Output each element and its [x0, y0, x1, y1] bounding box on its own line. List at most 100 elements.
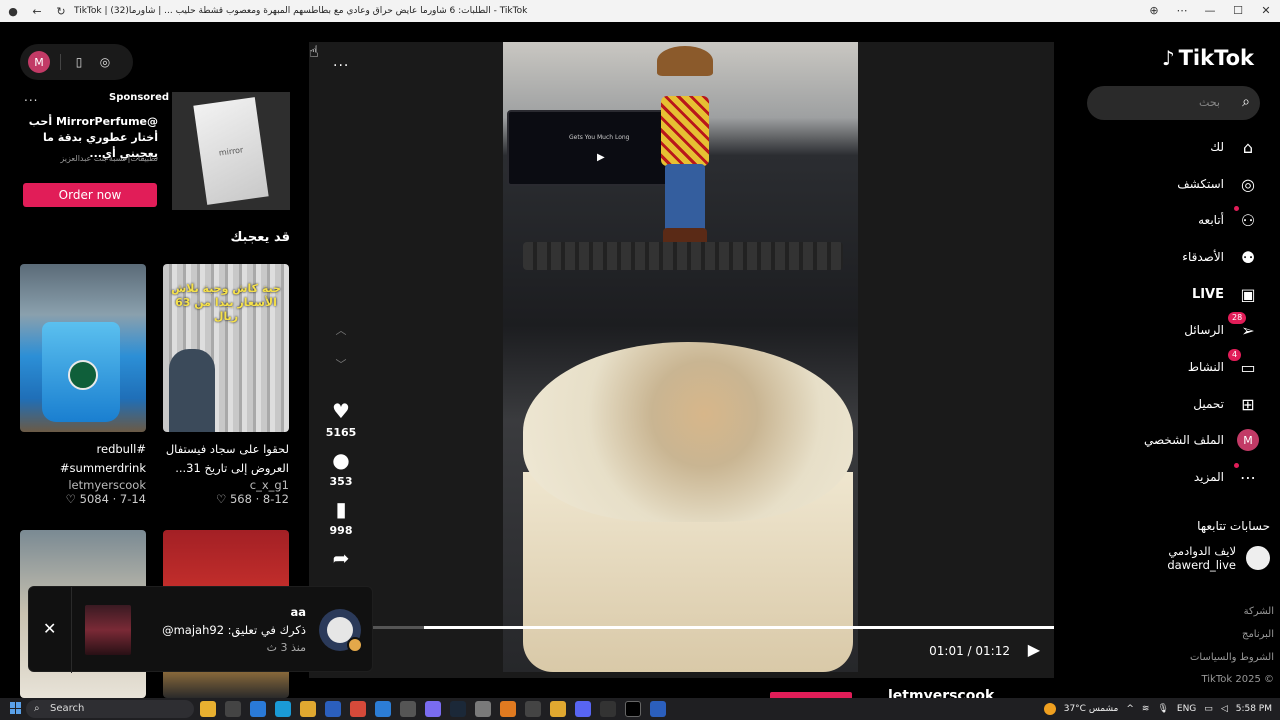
chrome-icon[interactable] [350, 701, 366, 717]
ad-thumbnail[interactable]: mirror [172, 92, 290, 210]
notification-thumbnail[interactable] [85, 605, 131, 655]
video-thumbnail[interactable]: جبة كاش وجبة بلاش الأسعار يبدا من 63 ريا… [163, 264, 289, 432]
previous-video-icon[interactable]: ︿ [321, 322, 361, 356]
account-avatar [1246, 546, 1270, 570]
divider [71, 587, 72, 673]
play-icon[interactable]: ▶ [1028, 640, 1040, 659]
video-caption[interactable]: #redbull #summerdrink [20, 440, 146, 478]
app-icon[interactable] [550, 701, 566, 717]
app-icon[interactable] [225, 701, 241, 717]
sidebar-item-foryou[interactable]: لك ⌂ [1210, 135, 1260, 159]
video-progress-bar[interactable] [369, 626, 1054, 629]
app-icon[interactable] [425, 701, 441, 717]
mic-icon[interactable]: 🎙 [1157, 704, 1168, 714]
app-icon[interactable] [200, 701, 216, 717]
windows-start-icon[interactable] [10, 702, 22, 714]
close-icon[interactable]: ✕ [1252, 0, 1280, 22]
discord-icon[interactable] [575, 701, 591, 717]
app-icon[interactable] [375, 701, 391, 717]
video-meta: 7-14 · 5084 ♡ [65, 492, 146, 506]
next-video-icon[interactable]: ﹀ [321, 356, 361, 390]
edge-icon[interactable] [275, 701, 291, 717]
user-avatar[interactable]: M [28, 51, 50, 73]
app-icon[interactable] [600, 701, 616, 717]
minimize-icon[interactable]: — [1196, 0, 1224, 22]
volume-icon[interactable]: ◁ [1221, 704, 1228, 714]
video-author-name[interactable]: letmyerscook [888, 688, 994, 698]
sidebar-item-more[interactable]: المزيد ⋯ [1194, 463, 1260, 489]
player-more-icon[interactable]: ... [333, 54, 349, 70]
sponsored-ad: mirror ... Sponsored @MirrorPerfume أحب … [20, 90, 290, 212]
activity-badge: 4 [1228, 349, 1242, 361]
video-caption[interactable]: لحقوا على سجاد فيستفال العروض إلى تاريخ … [163, 440, 289, 478]
device-icon[interactable]: ▯ [71, 54, 87, 70]
tiktok-app-icon[interactable] [625, 701, 641, 717]
search-icon[interactable]: ⌕ [1242, 94, 1250, 110]
search-input[interactable]: بحث ⌕ [1087, 86, 1260, 120]
app-icon[interactable] [525, 701, 541, 717]
share-icon[interactable]: ➦ [321, 547, 361, 569]
lang-indicator[interactable]: ENG [1177, 704, 1196, 714]
maximize-icon[interactable]: ☐ [1224, 0, 1252, 22]
sidebar-item-profile[interactable]: الملف الشخصي M [1144, 428, 1260, 452]
zoom-icon[interactable]: ⊕ [1140, 0, 1168, 22]
video-card[interactable]: #redbull #summerdrink letmyerscook 7-14 … [20, 264, 146, 506]
footer-link[interactable]: الشركة [1244, 606, 1274, 617]
app-icon[interactable] [475, 701, 491, 717]
share-action[interactable]: ➦ [321, 547, 361, 569]
battery-icon[interactable]: ▭ [1204, 704, 1213, 714]
footer-link[interactable]: البرنامج [1242, 629, 1274, 640]
live-icon: ▣ [1240, 284, 1256, 304]
video-card[interactable]: جبة كاش وجبة بلاش الأسعار يبدا من 63 ريا… [163, 264, 289, 506]
screen-song-text: Gets You Much Long [569, 134, 630, 141]
followed-account[interactable]: لايف الدوادمي dawerd_live [1167, 544, 1270, 572]
steam-icon[interactable] [450, 701, 466, 717]
video-author[interactable]: c_x_g1 [163, 478, 289, 492]
following-icon: ⚇ [1234, 206, 1260, 232]
notification-toast[interactable]: ✕ aa ذكرك في تعليق: majah92@ منذ 3 ث [28, 586, 373, 673]
bookmark-icon[interactable]: ▮ [321, 498, 361, 520]
sidebar-item-explore[interactable]: استكشف ◎ [1177, 172, 1260, 196]
video-author[interactable]: letmyerscook [20, 478, 146, 492]
footer-link[interactable]: الشروط والسياسات [1190, 652, 1274, 663]
more-icon[interactable]: ⋯ [1168, 0, 1196, 22]
back-arrow-icon[interactable]: ← [30, 4, 44, 18]
save-action[interactable]: ▮ 998 [321, 498, 361, 537]
notification-avatar[interactable] [319, 609, 363, 653]
app-icon[interactable] [250, 701, 266, 717]
like-action[interactable]: ♥ 5165 [321, 400, 361, 439]
sidebar-item-upload[interactable]: تحميل ⊞ [1193, 392, 1260, 416]
close-icon[interactable]: ✕ [43, 619, 56, 638]
compass-small-icon[interactable]: ◎ [97, 54, 113, 70]
ad-more-icon[interactable]: ... [24, 90, 38, 104]
heart-icon[interactable]: ♥ [321, 400, 361, 422]
sidebar-item-messages[interactable]: الرسائل ➢ 28 [1184, 312, 1260, 342]
notification-user: aa [290, 605, 306, 619]
messages-icon: ➢ 28 [1228, 312, 1260, 342]
taskbar-search[interactable]: ⌕ Search [26, 700, 194, 718]
video-frame[interactable]: Gets You Much Long ▶ [503, 42, 858, 672]
app-icon[interactable] [400, 701, 416, 717]
comment-action[interactable]: ● 353 [321, 449, 361, 488]
sidebar-item-activity[interactable]: النشاط ▭ 4 [1188, 349, 1260, 379]
more-icon: ⋯ [1234, 463, 1260, 489]
tiktok-logo[interactable]: ♪ TikTok [1162, 46, 1254, 70]
folder-icon[interactable] [300, 701, 316, 717]
app-icon[interactable] [650, 701, 666, 717]
notification-time: منذ 3 ث [266, 641, 306, 654]
order-now-button[interactable]: Order now [23, 183, 157, 207]
video-thumbnail[interactable] [20, 264, 146, 432]
sidebar-item-following[interactable]: أتابعه ⚇ [1198, 206, 1260, 232]
app-icon[interactable] [325, 701, 341, 717]
comment-icon[interactable]: ● [321, 449, 361, 471]
ad-product-image: mirror [193, 97, 269, 205]
tray-chevron-icon[interactable]: ^ [1126, 704, 1134, 714]
sidebar-item-friends[interactable]: الأصدقاء ⚉ [1182, 245, 1260, 269]
video-time: 01:01 / 01:12 [929, 644, 1010, 658]
wifi-icon[interactable]: ≋ [1142, 704, 1150, 714]
app-icon[interactable] [500, 701, 516, 717]
sidebar-item-live[interactable]: LIVE ▣ [1192, 282, 1260, 306]
refresh-icon[interactable]: ↻ [54, 4, 68, 18]
like-count: 5165 [325, 426, 357, 439]
copyright: © 2025 TikTok [1201, 674, 1274, 685]
